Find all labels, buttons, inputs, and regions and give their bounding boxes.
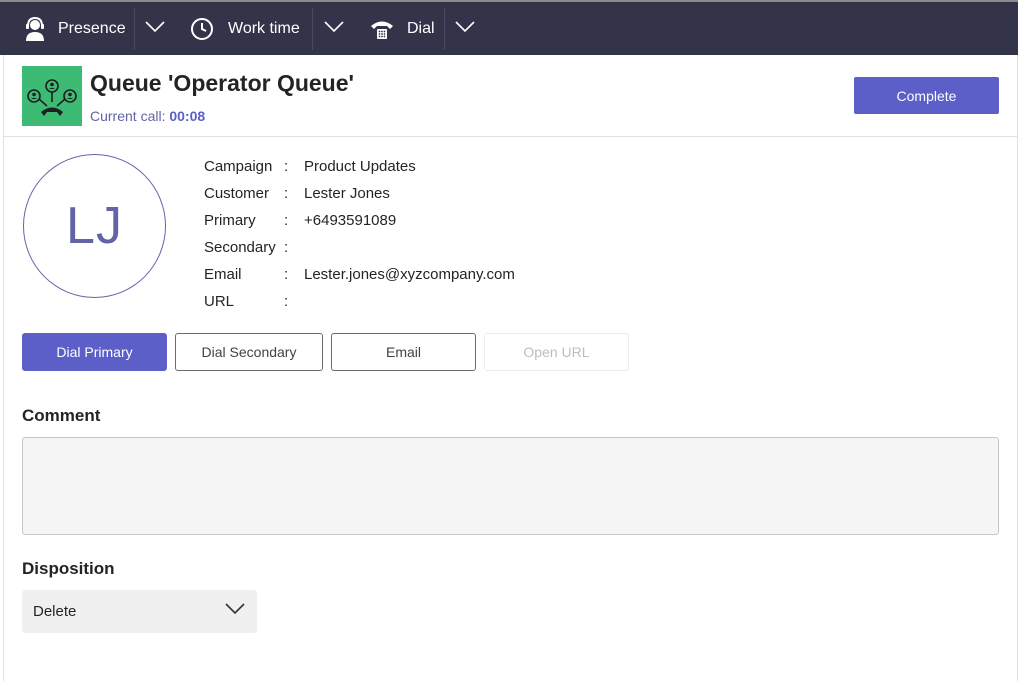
- disposition-label: Disposition: [22, 559, 115, 578]
- field-label: URL: [204, 293, 235, 310]
- toolbar-divider: [444, 8, 445, 50]
- queue-title: Queue 'Operator Queue': [90, 70, 354, 96]
- work-time-button[interactable]: Work time: [190, 2, 300, 55]
- dial-dropdown-button[interactable]: [447, 2, 483, 55]
- field-value: Product Updates: [304, 158, 416, 175]
- comment-input[interactable]: [22, 437, 999, 535]
- top-toolbar: Presence Work time Dial: [0, 0, 1018, 55]
- field-label: Customer: [204, 185, 270, 202]
- presence-label: Presence: [58, 19, 126, 37]
- telephone-icon: [369, 17, 395, 41]
- field-colon: :: [284, 158, 289, 175]
- field-value: Lester Jones: [304, 185, 390, 202]
- field-label: Campaign: [204, 158, 273, 175]
- queue-agents-icon: [22, 66, 82, 126]
- presence-button[interactable]: Presence: [22, 2, 126, 55]
- dial-button[interactable]: Dial: [369, 2, 435, 55]
- current-call-label: Current call:: [90, 108, 166, 124]
- dial-label: Dial: [407, 19, 435, 37]
- toolbar-divider: [134, 8, 135, 50]
- chevron-down-icon: [145, 20, 165, 38]
- work-time-dropdown-button[interactable]: [316, 2, 352, 55]
- chevron-down-icon: [225, 602, 245, 619]
- chevron-down-icon: [455, 20, 475, 38]
- open-url-button: Open URL: [484, 333, 629, 371]
- disposition-dropdown[interactable]: Delete: [22, 590, 257, 633]
- field-colon: :: [284, 239, 289, 256]
- work-time-label: Work time: [228, 19, 300, 37]
- current-call-timer: 00:08: [169, 108, 206, 124]
- header-divider: [3, 136, 1018, 137]
- current-call-status: Current call: 00:08: [90, 108, 205, 124]
- field-value: +6493591089: [304, 212, 397, 229]
- field-label: Secondary: [204, 239, 276, 256]
- avatar: LJ: [23, 154, 166, 298]
- clock-icon: [190, 17, 214, 41]
- email-button[interactable]: Email: [331, 333, 476, 371]
- chevron-down-icon: [324, 20, 344, 38]
- comment-label: Comment: [22, 406, 101, 425]
- field-colon: :: [284, 293, 289, 310]
- presence-dropdown-button[interactable]: [137, 2, 173, 55]
- field-colon: :: [284, 185, 289, 202]
- field-label: Primary: [204, 212, 256, 229]
- complete-button[interactable]: Complete: [854, 77, 999, 114]
- dial-primary-button[interactable]: Dial Primary: [22, 333, 167, 371]
- field-colon: :: [284, 266, 289, 283]
- disposition-selected-value: Delete: [33, 603, 77, 620]
- dial-secondary-button[interactable]: Dial Secondary: [175, 333, 323, 371]
- field-value: Lester.jones@xyzcompany.com: [304, 266, 515, 283]
- toolbar-divider: [312, 8, 313, 50]
- headset-person-icon: [22, 16, 48, 42]
- avatar-initials: LJ: [66, 197, 123, 255]
- field-label: Email: [204, 266, 242, 283]
- field-colon: :: [284, 212, 289, 229]
